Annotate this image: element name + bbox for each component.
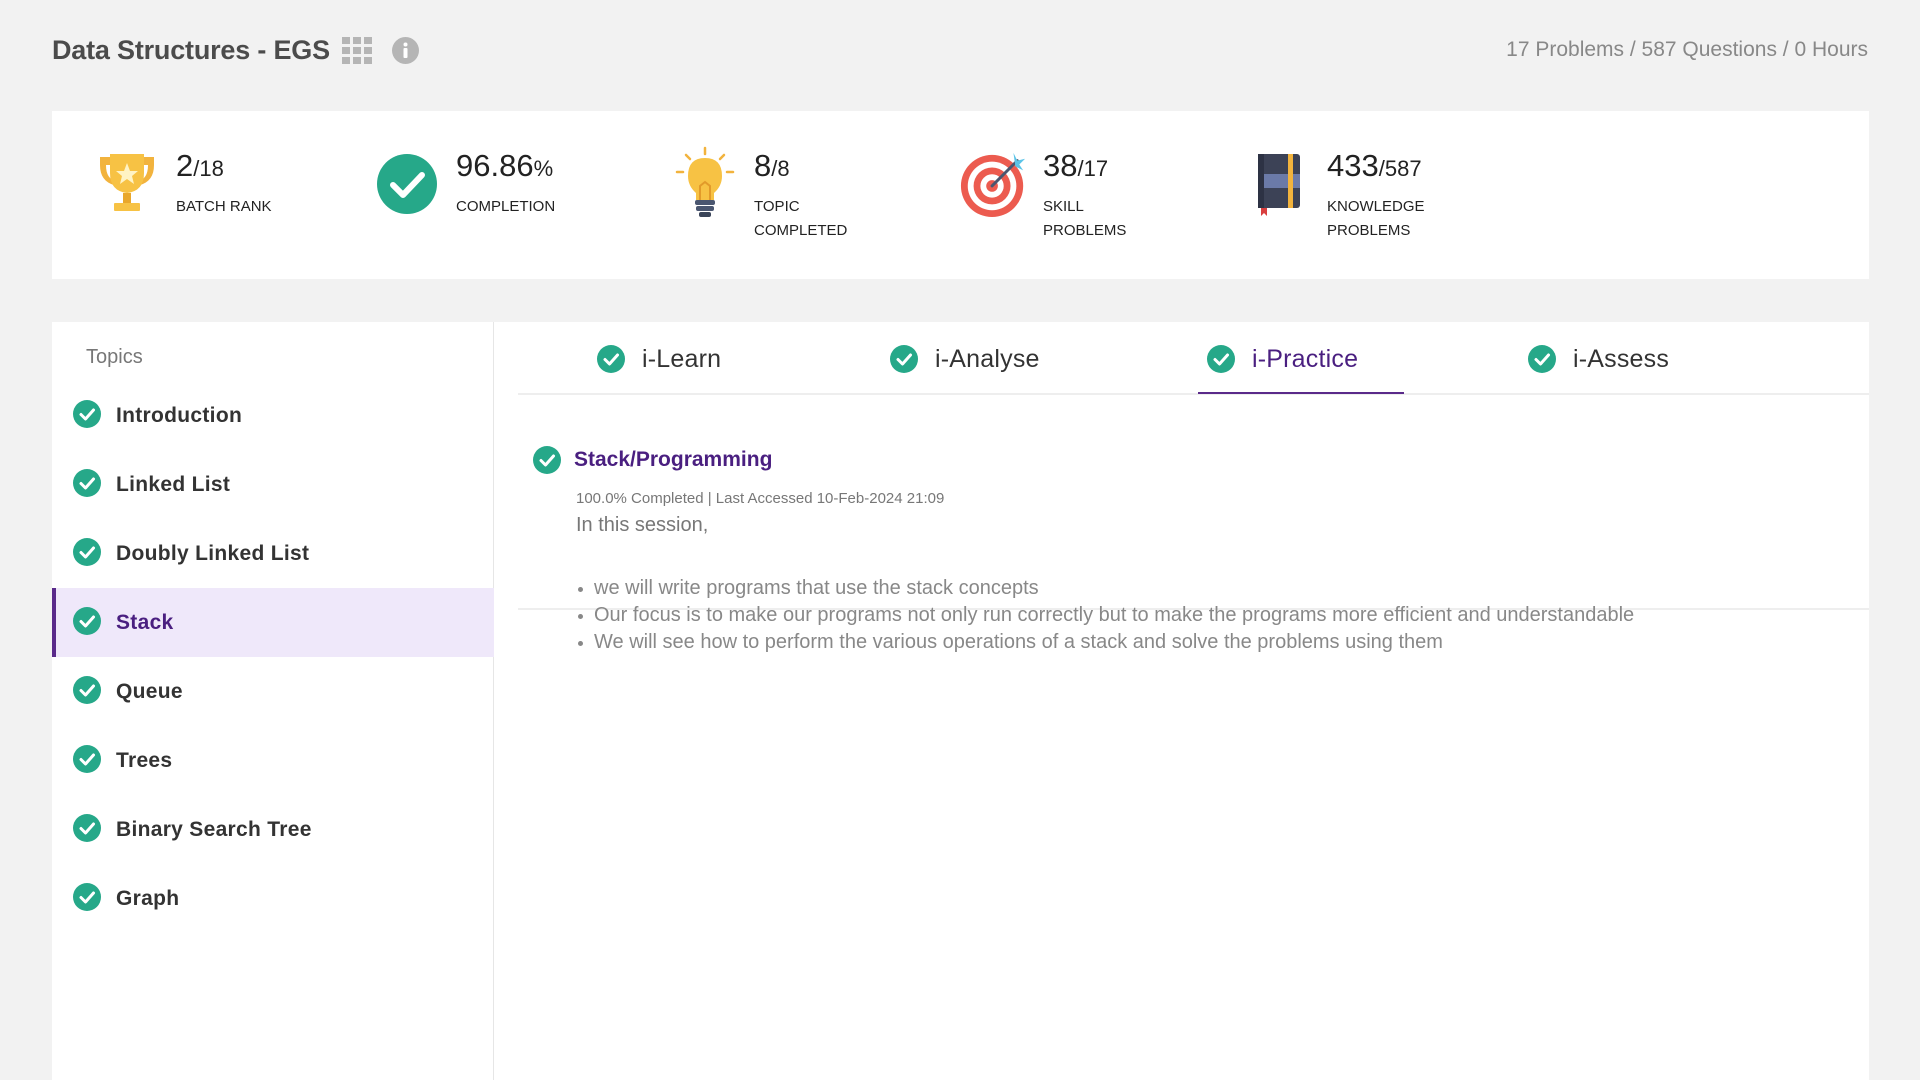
check-circle-icon [890,345,918,373]
sidebar-item-linked-list[interactable]: Linked List [52,450,494,519]
check-circle-icon [73,537,101,566]
tab-label: i-Learn [642,344,722,373]
sidebar-item-label: Graph [116,886,180,910]
skill-problems-label: SKILL PROBLEMS [1043,198,1127,239]
stat-skill-problems: 38/17 SKILL PROBLEMS [959,148,1163,243]
tab-label: i-Assess [1573,344,1670,373]
sidebar-item-graph[interactable]: Graph [52,864,494,933]
stat-completion: 96.86% COMPLETION [372,148,576,220]
topic-completed-value: 8/8 [754,148,790,183]
sidebar-item-doubly-linked-list[interactable]: Doubly Linked List [52,519,494,588]
lightbulb-icon [670,146,740,220]
tab-label: i-Analyse [935,344,1040,373]
sidebar-item-label: Introduction [116,403,243,427]
session-title-link[interactable]: Stack/Programming [574,448,772,472]
course-summary: 17 Problems / 587 Questions / 0 Hours [1506,38,1868,61]
list-item: we will write programs that use the stac… [576,575,1634,602]
session-card: Stack/Programming 100.0% Completed | Las… [518,395,1869,653]
sidebar-item-label: Queue [116,679,183,703]
trophy-icon [92,148,162,220]
topic-completed-label: TOPIC COMPLETED [754,198,848,239]
sidebar-item-label: Binary Search Tree [116,817,312,841]
check-circle-icon [73,744,101,773]
check-circle-icon [73,468,101,497]
course-title: Data Structures - EGS [52,34,330,65]
stat-batch-rank: 2/18 BATCH RANK [92,148,296,220]
target-icon [959,148,1029,220]
list-item: We will see how to perform the various o… [576,629,1634,656]
grid-icon[interactable] [341,36,372,64]
tab-label: i-Practice [1252,344,1359,373]
check-circle-icon [73,399,101,428]
session-bullets: we will write programs that use the stac… [576,575,1634,656]
knowledge-problems-value: 433/587 [1327,148,1422,183]
check-circle-icon [1528,345,1556,373]
batch-rank-label: BATCH RANK [176,198,272,215]
stat-topic-completed: 8/8 TOPIC COMPLETED [670,146,874,243]
tab-i-analyse[interactable]: i-Analyse [889,339,1040,379]
tab-i-assess[interactable]: i-Assess [1527,339,1669,379]
sidebar-item-stack[interactable]: Stack [52,588,494,657]
tab-i-practice[interactable]: i-Practice [1206,339,1358,379]
knowledge-problems-label: KNOWLEDGE PROBLEMS [1327,198,1425,239]
sidebar-item-label: Stack [116,610,174,634]
sidebar-item-label: Doubly Linked List [116,541,310,565]
sidebar-item-introduction[interactable]: Introduction [52,381,494,450]
sidebar-item-trees[interactable]: Trees [52,726,494,795]
completion-label: COMPLETION [456,198,556,215]
info-icon[interactable] [391,36,419,64]
check-circle-icon [372,148,442,220]
skill-problems-value: 38/17 [1043,148,1109,183]
check-circle-icon [597,345,625,373]
tab-bar: i-Learn i-Analyse i-Practice i-Assess [518,322,1869,395]
check-circle-icon [533,446,561,474]
topics-sidebar: Topics Introduction Linked List Doubly L… [52,322,494,1080]
check-circle-icon [73,882,101,911]
header-left: Data Structures - EGS [52,35,419,66]
active-tab-indicator [1198,392,1404,394]
session-intro: In this session, [576,514,709,536]
stats-card: 2/18 BATCH RANK 96.86% COMPLETION 8/8 TO… [52,111,1869,279]
book-icon [1243,148,1313,220]
check-circle-icon [1207,345,1235,373]
sidebar-item-label: Trees [116,748,173,772]
sidebar-item-binary-search-tree[interactable]: Binary Search Tree [52,795,494,864]
topic-list: Introduction Linked List Doubly Linked L… [52,381,494,933]
page-header: Data Structures - EGS 17 Problems / 587 … [52,30,1868,70]
session-header[interactable]: Stack/Programming [532,445,772,475]
batch-rank-value: 2/18 [176,148,224,183]
tab-i-learn[interactable]: i-Learn [596,339,721,379]
completion-value: 96.86% [456,148,554,183]
check-circle-icon [73,675,101,704]
stat-knowledge-problems: 433/587 KNOWLEDGE PROBLEMS [1243,148,1447,243]
list-item: Our focus is to make our programs not on… [576,602,1634,629]
topics-heading: Topics [86,346,143,368]
sidebar-item-queue[interactable]: Queue [52,657,494,726]
check-circle-icon [73,813,101,842]
session-meta: 100.0% Completed | Last Accessed 10-Feb-… [576,490,945,507]
main-panel: i-Learn i-Analyse i-Practice i-Assess St… [494,322,1869,1080]
check-circle-icon [73,606,101,635]
sidebar-item-label: Linked List [116,472,231,496]
